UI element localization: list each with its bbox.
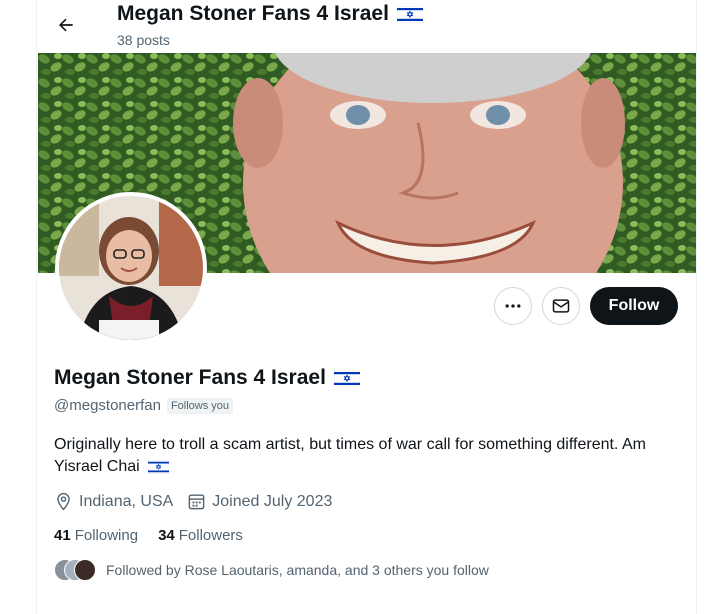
followers-link[interactable]: 34 Followers — [158, 527, 243, 544]
bio: Originally here to troll a scam artist, … — [54, 434, 674, 478]
followers-count: 34 — [158, 527, 175, 544]
avatar[interactable] — [55, 192, 207, 344]
message-button[interactable] — [542, 287, 580, 325]
envelope-icon — [552, 299, 570, 313]
avatar-image — [59, 196, 203, 340]
location-pin-icon — [57, 492, 70, 511]
post-count: 38 posts — [117, 32, 170, 48]
mutual-avatars — [54, 559, 96, 581]
profile-column: Megan Stoner Fans 4 Israel 38 posts Foll… — [36, 0, 697, 614]
israel-flag-icon — [148, 459, 170, 474]
location-text: Indiana, USA — [79, 492, 174, 510]
profile-meta: Indiana, USA Joined July 2023 — [54, 492, 332, 511]
join-date: Joined July 2023 — [187, 492, 332, 511]
follow-counts: 41 Following 34 Followers — [54, 527, 243, 544]
top-bar: Megan Stoner Fans 4 Israel 38 posts — [37, 0, 696, 53]
israel-flag-icon — [396, 5, 423, 23]
profile-actions: Follow — [494, 287, 678, 325]
following-label: Following — [74, 527, 139, 544]
bio-text: Originally here to troll a scam artist, … — [54, 436, 646, 475]
following-count: 41 — [54, 527, 71, 544]
followed-by[interactable]: Followed by Rose Laoutaris, amanda, and … — [54, 559, 489, 581]
avatar — [74, 559, 96, 581]
follow-button[interactable]: Follow — [590, 287, 678, 325]
back-button[interactable] — [49, 8, 83, 42]
calendar-icon — [188, 494, 205, 510]
following-link[interactable]: 41 Following — [54, 527, 138, 544]
follows-you-badge: Follows you — [166, 397, 234, 414]
more-icon — [505, 304, 521, 308]
header-name: Megan Stoner Fans 4 Israel — [117, 2, 389, 25]
header-title: Megan Stoner Fans 4 Israel — [117, 2, 423, 26]
display-name: Megan Stoner Fans 4 Israel — [54, 366, 326, 389]
more-button[interactable] — [494, 287, 532, 325]
location: Indiana, USA — [54, 492, 173, 511]
followed-by-text: Followed by Rose Laoutaris, amanda, and … — [106, 562, 489, 578]
handle: @megstonerfan — [54, 397, 161, 414]
israel-flag-icon — [333, 369, 360, 387]
profile-name: Megan Stoner Fans 4 Israel — [54, 366, 360, 390]
arrow-left-icon — [59, 18, 73, 32]
followers-label: Followers — [178, 527, 243, 544]
handle-row: @megstonerfan Follows you — [54, 397, 234, 414]
join-date-text: Joined July 2023 — [212, 492, 333, 510]
